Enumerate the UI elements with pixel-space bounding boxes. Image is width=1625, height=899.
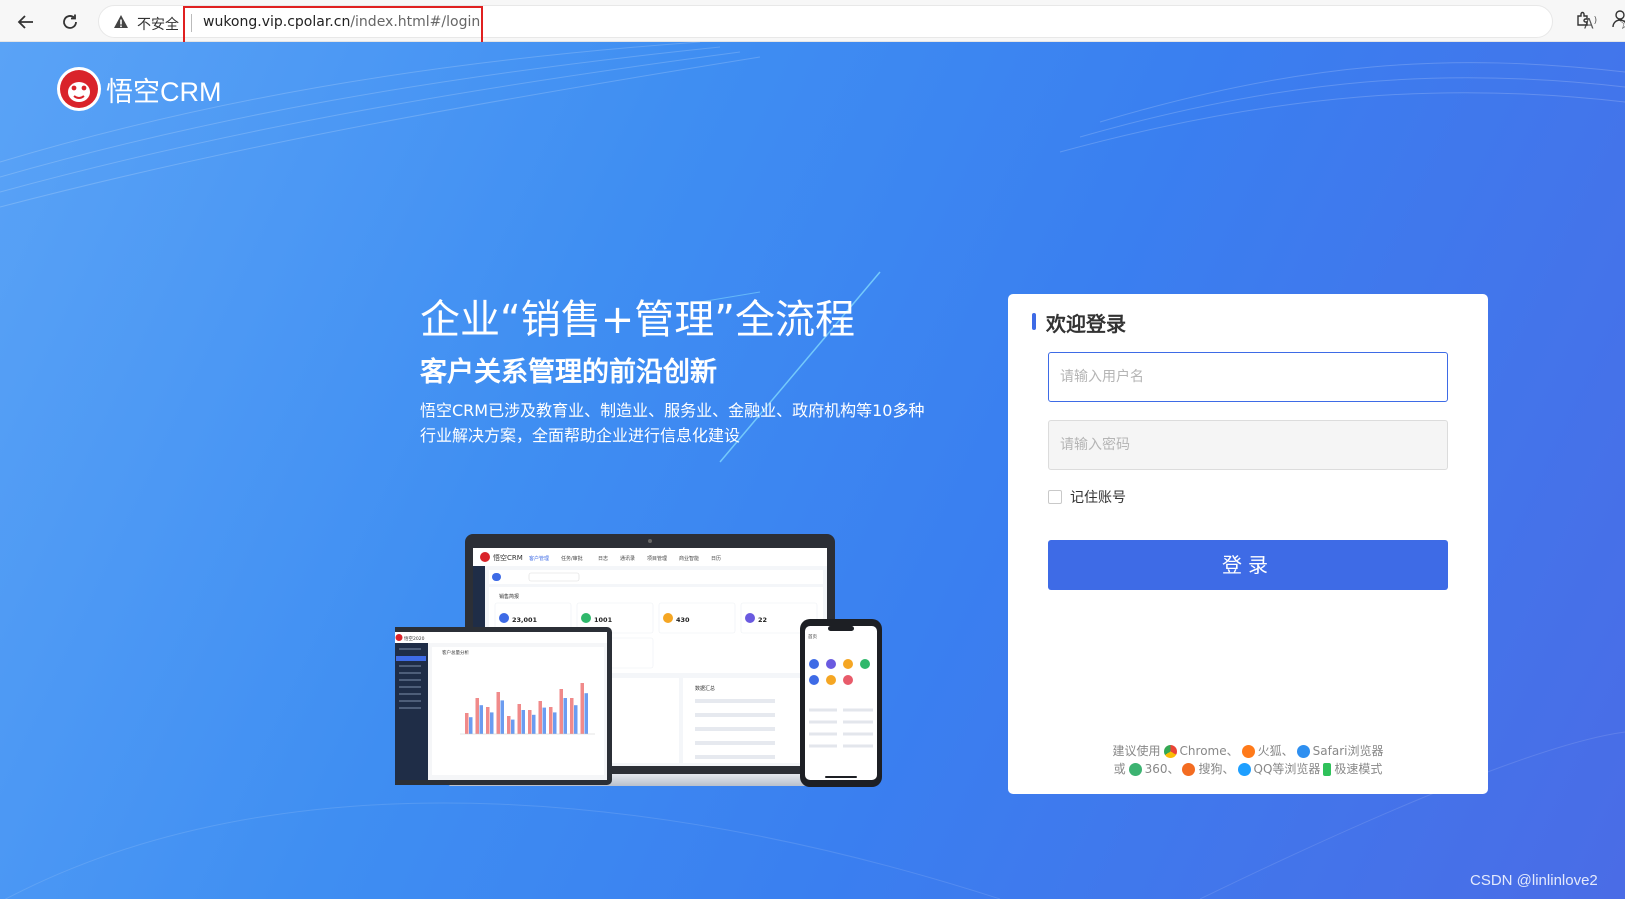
back-icon[interactable] [10,6,42,38]
tablet-bar [559,689,563,734]
tablet-bar [500,700,504,734]
tablet-bar [542,707,546,734]
remember-checkbox[interactable] [1048,490,1062,504]
tablet-bar [490,712,494,734]
laptop-nav-item: 日历 [711,556,721,562]
phone-app-icon [826,659,836,669]
tip-sogou: 搜狗、 [1198,762,1235,776]
tablet-chart-title: 客户总量分析 [442,649,469,656]
product-preview-illustration: 悟空CRM 客户管理 任务/审批 日志 通讯录 项目管理 商业智能 日历 销售简报 23,0… [395,534,882,787]
tablet-bar [553,712,557,734]
tablet-bar [584,693,588,734]
hero-description: 悟空CRM已涉及教育业、制造业、服务业、金融业、政府机构等10多种行业解决方案，… [420,401,925,445]
phone-title: 首页 [808,633,817,640]
browser-profile-icon[interactable] [1612,8,1625,28]
browser-toolbar: 不安全 wukong.vip.cpolar.cn/index.html#/log… [0,0,1625,51]
tip-qq: QQ等浏览器 [1253,762,1321,776]
phone-app-icon [843,675,853,685]
brand-name: 悟空CRM [106,76,222,107]
laptop-nav-item: 客户管理 [529,555,549,562]
tip-speed-mode: 极速模式 [1334,762,1383,776]
lightning-icon [1323,762,1332,776]
insecure-label[interactable]: 不安全 [137,14,179,34]
username-input[interactable] [1048,352,1448,402]
laptop-nav-item: 日志 [598,555,608,562]
login-card: 欢迎登录 记住账号 登录 建议使用 Chrome、 火狐、 Safari浏览器 … [1008,294,1488,794]
tablet-bar [532,714,536,734]
laptop-nav-item: 任务/审批 [561,555,583,562]
tablet-bar [521,710,525,734]
stat-card: 430 [658,602,736,634]
tablet-bar [486,707,490,734]
sogou-icon [1182,762,1196,776]
laptop-nav-item: 商业智能 [679,555,699,562]
tablet-bar [475,698,479,734]
firefox-icon [1241,744,1255,758]
tablet-bar [580,683,584,734]
phone-app-icon [809,675,819,685]
warning-icon[interactable] [113,14,129,30]
summary-title: 数据汇总 [695,685,715,692]
login-title: 欢迎登录 [1032,308,1126,337]
laptop-nav-item: 通讯录 [620,555,635,562]
laptop-logo-text: 悟空CRM [493,553,523,562]
watermark: CSDN @linlinlove2 [1470,872,1598,889]
tablet-bar [465,713,469,734]
remember-account[interactable]: 记住账号 [1048,487,1126,507]
tablet-bar [511,719,515,734]
monkey-logo-icon [57,67,101,111]
stat-value: 23,001 [512,616,538,624]
chrome-icon [1163,744,1177,758]
phone-app-icon [826,675,836,685]
tablet-bar [528,710,532,734]
tablet-bar [574,705,578,734]
phone-app-icon [860,659,870,669]
safari-icon [1296,744,1310,758]
phone-app-icon [809,659,819,669]
stat-value: 1001 [594,616,613,624]
tablet-bar [507,716,511,734]
tip-prefix: 建议使用 [1112,744,1161,758]
360-icon [1128,762,1142,776]
address-bar[interactable]: 不安全 wukong.vip.cpolar.cn/index.html#/log… [98,5,1625,51]
brand-logo[interactable]: 悟空CRM [56,66,222,112]
hero-subtitle: 客户关系管理的前沿创新 [420,357,717,388]
stat-value: 22 [758,616,767,624]
tablet-bar [549,707,553,734]
laptop-nav-item: 项目管理 [647,555,667,562]
tablet-bar [570,698,574,734]
tip-safari: Safari浏览器 [1312,744,1384,758]
tip-or: 或 [1113,762,1126,776]
login-page: 悟空CRM 企业“销售+管理”全流程 客户关系管理的前沿创新 悟空CRM已涉及教… [0,42,1625,899]
password-input[interactable] [1048,420,1448,470]
tablet-bar [563,698,567,734]
tablet-bar [517,704,521,734]
tip-chrome: Chrome、 [1179,744,1239,758]
browser-recommendation: 建议使用 Chrome、 火狐、 Safari浏览器 或 360、 搜狗、 QQ… [1008,742,1488,778]
url-text[interactable]: wukong.vip.cpolar.cn/index.html#/login [203,14,480,30]
tablet-bar [469,717,473,734]
reload-icon[interactable] [54,6,86,38]
hero-title: 企业“销售+管理”全流程 [420,297,855,343]
laptop-section-title: 销售简报 [499,593,519,600]
tablet-bar [479,705,483,734]
tablet-bar [538,701,542,734]
qq-browser-icon [1237,762,1251,776]
phone-screen [805,626,877,780]
tip-360: 360、 [1144,762,1180,776]
tablet-bar [496,692,500,734]
phone-app-icon [843,659,853,669]
tip-firefox: 火狐、 [1257,744,1294,758]
stat-value: 430 [676,616,690,624]
remember-label[interactable]: 记住账号 [1070,487,1126,507]
login-button[interactable]: 登录 [1048,540,1448,590]
extensions-icon[interactable] [1575,11,1591,27]
tablet-logo-text: 悟空2020 [404,635,425,642]
